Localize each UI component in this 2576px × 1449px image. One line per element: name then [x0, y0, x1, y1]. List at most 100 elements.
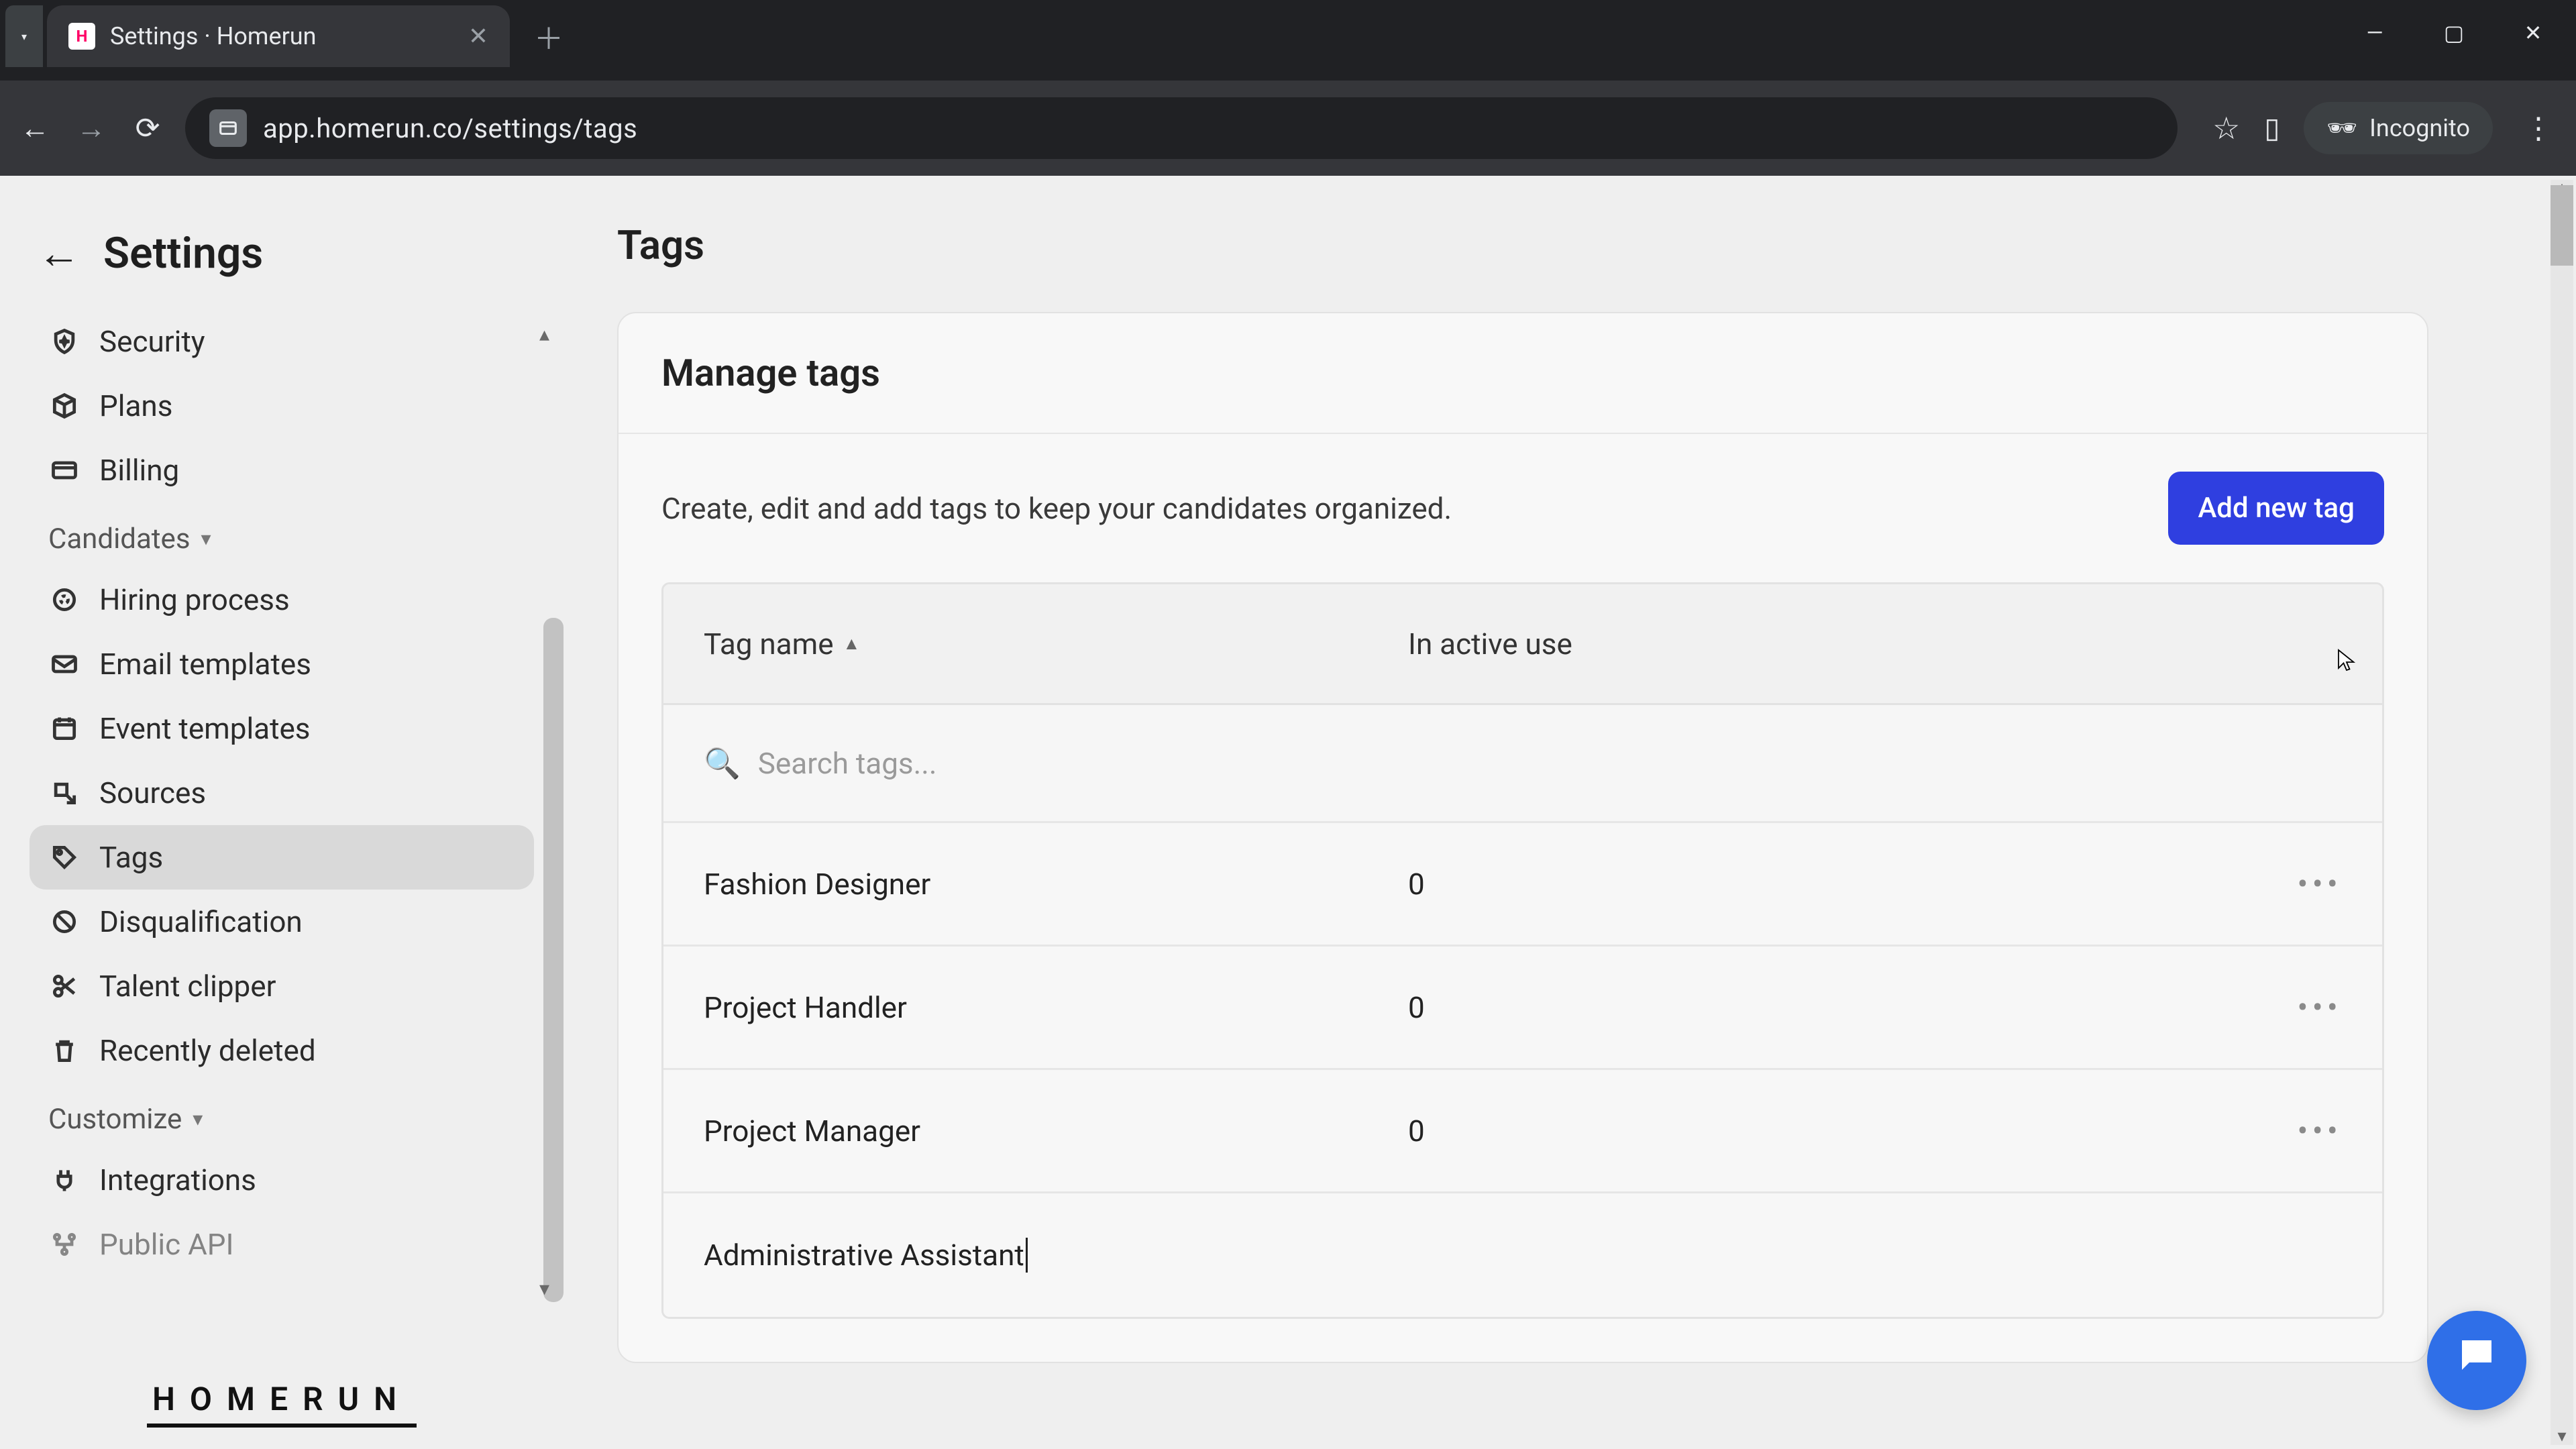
plug-icon — [48, 1164, 80, 1196]
search-tags-input[interactable] — [758, 746, 2342, 781]
sidebar-header[interactable]: ← Settings — [0, 203, 564, 309]
new-tab-button[interactable]: ＋ — [529, 16, 569, 56]
sidebar-item-label: Tags — [99, 840, 163, 875]
nav-forward-button[interactable]: → — [72, 109, 110, 147]
toolbar-right: ☆ ▯ 🕶 Incognito ⋮ — [2212, 102, 2560, 154]
card-description: Create, edit and add tags to keep your c… — [661, 491, 1452, 526]
chevron-down-icon: ▾ — [21, 30, 27, 43]
main-scrollbar-thumb[interactable] — [2551, 185, 2573, 266]
sidebar-item-event-templates[interactable]: Event templates — [30, 696, 534, 761]
row-more-menu[interactable]: ••• — [2235, 865, 2342, 903]
scroll-up-icon[interactable]: ▴ — [539, 323, 559, 346]
sidebar-item-security[interactable]: Security — [30, 309, 534, 374]
sidebar-scroll[interactable]: ▴ Security Plans Billing Candidates ▾ Hi… — [0, 309, 564, 1381]
nav-back-button[interactable]: ← — [16, 109, 54, 147]
sidebar-item-integrations[interactable]: Integrations — [30, 1148, 534, 1212]
tag-icon — [48, 841, 80, 873]
mail-icon — [48, 648, 80, 680]
sidebar-item-label: Email templates — [99, 647, 311, 682]
tag-use-cell: 0 — [1408, 1114, 2235, 1148]
search-icon: 🔍 — [704, 746, 741, 781]
close-icon[interactable]: ✕ — [468, 22, 488, 50]
calendar-icon — [48, 712, 80, 745]
address-bar[interactable]: app.homerun.co/settings/tags — [185, 97, 2178, 159]
chat-icon — [2455, 1333, 2499, 1389]
tab-search-dropdown[interactable]: ▾ — [5, 5, 43, 67]
api-icon — [48, 1228, 80, 1260]
sidebar-item-tags[interactable]: Tags — [30, 825, 534, 890]
row-more-menu[interactable]: ••• — [2235, 988, 2342, 1026]
sidebar-item-label: Disqualification — [99, 904, 303, 939]
column-header-in-active-use[interactable]: In active use — [1408, 627, 2235, 661]
incognito-icon: 🕶 — [2326, 114, 2357, 142]
browser-menu-button[interactable]: ⋮ — [2517, 111, 2560, 146]
import-icon — [48, 777, 80, 809]
bookmark-star-icon[interactable]: ☆ — [2212, 110, 2240, 147]
sidebar-item-email-templates[interactable]: Email templates — [30, 632, 534, 696]
arrow-left-icon: ← — [38, 228, 80, 278]
sidebar-item-label: Recently deleted — [99, 1033, 316, 1068]
manage-tags-card: Manage tags Create, edit and add tags to… — [617, 312, 2428, 1363]
new-tag-name-text: Administrative Assistant — [704, 1238, 1024, 1273]
window-maximize-button[interactable]: ▢ — [2438, 20, 2470, 46]
incognito-label: Incognito — [2369, 114, 2470, 142]
tag-name-cell[interactable]: Project Handler — [704, 990, 1408, 1025]
sidebar-group-label: Customize — [48, 1103, 182, 1136]
browser-titlebar: ▾ H Settings · Homerun ✕ ＋ ― ▢ ✕ — [0, 0, 2576, 80]
support-chat-button[interactable] — [2427, 1311, 2526, 1410]
tab-favicon: H — [68, 23, 95, 50]
main-content: Tags Manage tags Create, edit and add ta… — [564, 176, 2576, 1449]
column-header-tag-name[interactable]: Tag name ▲ — [704, 627, 1408, 661]
no-icon — [48, 906, 80, 938]
browser-toolbar: ← → ⟳ app.homerun.co/settings/tags ☆ ▯ 🕶… — [0, 80, 2576, 176]
sidebar-item-label: Plans — [99, 388, 172, 423]
table-row-editing[interactable]: Administrative Assistant — [663, 1193, 2382, 1317]
sidebar-item-label: Integrations — [99, 1163, 256, 1197]
caret-down-icon: ▾ — [193, 1108, 203, 1131]
window-minimize-button[interactable]: ― — [2359, 20, 2391, 46]
incognito-indicator[interactable]: 🕶 Incognito — [2304, 102, 2493, 154]
panel-icon[interactable]: ▯ — [2264, 111, 2279, 145]
window-close-button[interactable]: ✕ — [2517, 20, 2549, 46]
settings-sidebar: ← Settings ▴ Security Plans Billing Cand… — [0, 176, 564, 1449]
app-root: ← Settings ▴ Security Plans Billing Cand… — [0, 176, 2576, 1449]
sidebar-scrollbar-thumb[interactable] — [543, 618, 564, 1302]
sidebar-item-label: Sources — [99, 775, 206, 810]
sidebar-group-label: Candidates — [48, 523, 191, 555]
add-new-tag-button[interactable]: Add new tag — [2168, 472, 2384, 545]
sidebar-item-label: Talent clipper — [99, 969, 276, 1004]
brand-logo[interactable]: HOMERUN — [0, 1380, 564, 1418]
browser-tab-active[interactable]: H Settings · Homerun ✕ — [47, 5, 510, 67]
sidebar-item-sources[interactable]: Sources — [30, 761, 534, 825]
brand-text: HOMERUN — [147, 1380, 417, 1428]
page-title: Tags — [617, 208, 2522, 312]
tag-name-cell[interactable]: Fashion Designer — [704, 867, 1408, 902]
nav-reload-button[interactable]: ⟳ — [129, 109, 166, 147]
table-search-row: 🔍 — [663, 705, 2382, 823]
column-label: In active use — [1408, 627, 1572, 661]
tag-name-cell[interactable]: Project Manager — [704, 1114, 1408, 1148]
sidebar-item-label: Hiring process — [99, 582, 290, 617]
sidebar-group-customize[interactable]: Customize ▾ — [30, 1083, 534, 1148]
main-scrollbar[interactable]: ▴ ▾ — [2551, 180, 2573, 1445]
sidebar-item-label: Security — [99, 324, 205, 359]
sidebar-item-hiring-process[interactable]: Hiring process — [30, 568, 534, 632]
text-caret — [1026, 1238, 1028, 1273]
sidebar-item-public-api[interactable]: Public API — [30, 1212, 534, 1277]
scroll-down-icon[interactable]: ▾ — [539, 1277, 559, 1301]
browser-chrome: ▾ H Settings · Homerun ✕ ＋ ― ▢ ✕ ← → ⟳ a… — [0, 0, 2576, 176]
tab-title: Settings · Homerun — [110, 22, 453, 50]
sidebar-item-label: Public API — [99, 1227, 234, 1262]
cube-icon — [48, 390, 80, 422]
sidebar-item-recently-deleted[interactable]: Recently deleted — [30, 1018, 534, 1083]
new-tag-name-input[interactable]: Administrative Assistant — [704, 1238, 2342, 1273]
card-icon — [48, 454, 80, 486]
sidebar-item-disqualification[interactable]: Disqualification — [30, 890, 534, 954]
sidebar-group-candidates[interactable]: Candidates ▾ — [30, 502, 534, 568]
sidebar-item-talent-clipper[interactable]: Talent clipper — [30, 954, 534, 1018]
site-info-icon[interactable] — [209, 109, 247, 147]
sidebar-item-billing[interactable]: Billing — [30, 438, 534, 502]
scroll-down-icon[interactable]: ▾ — [2551, 1426, 2573, 1446]
sidebar-item-plans[interactable]: Plans — [30, 374, 534, 438]
row-more-menu[interactable]: ••• — [2235, 1112, 2342, 1150]
